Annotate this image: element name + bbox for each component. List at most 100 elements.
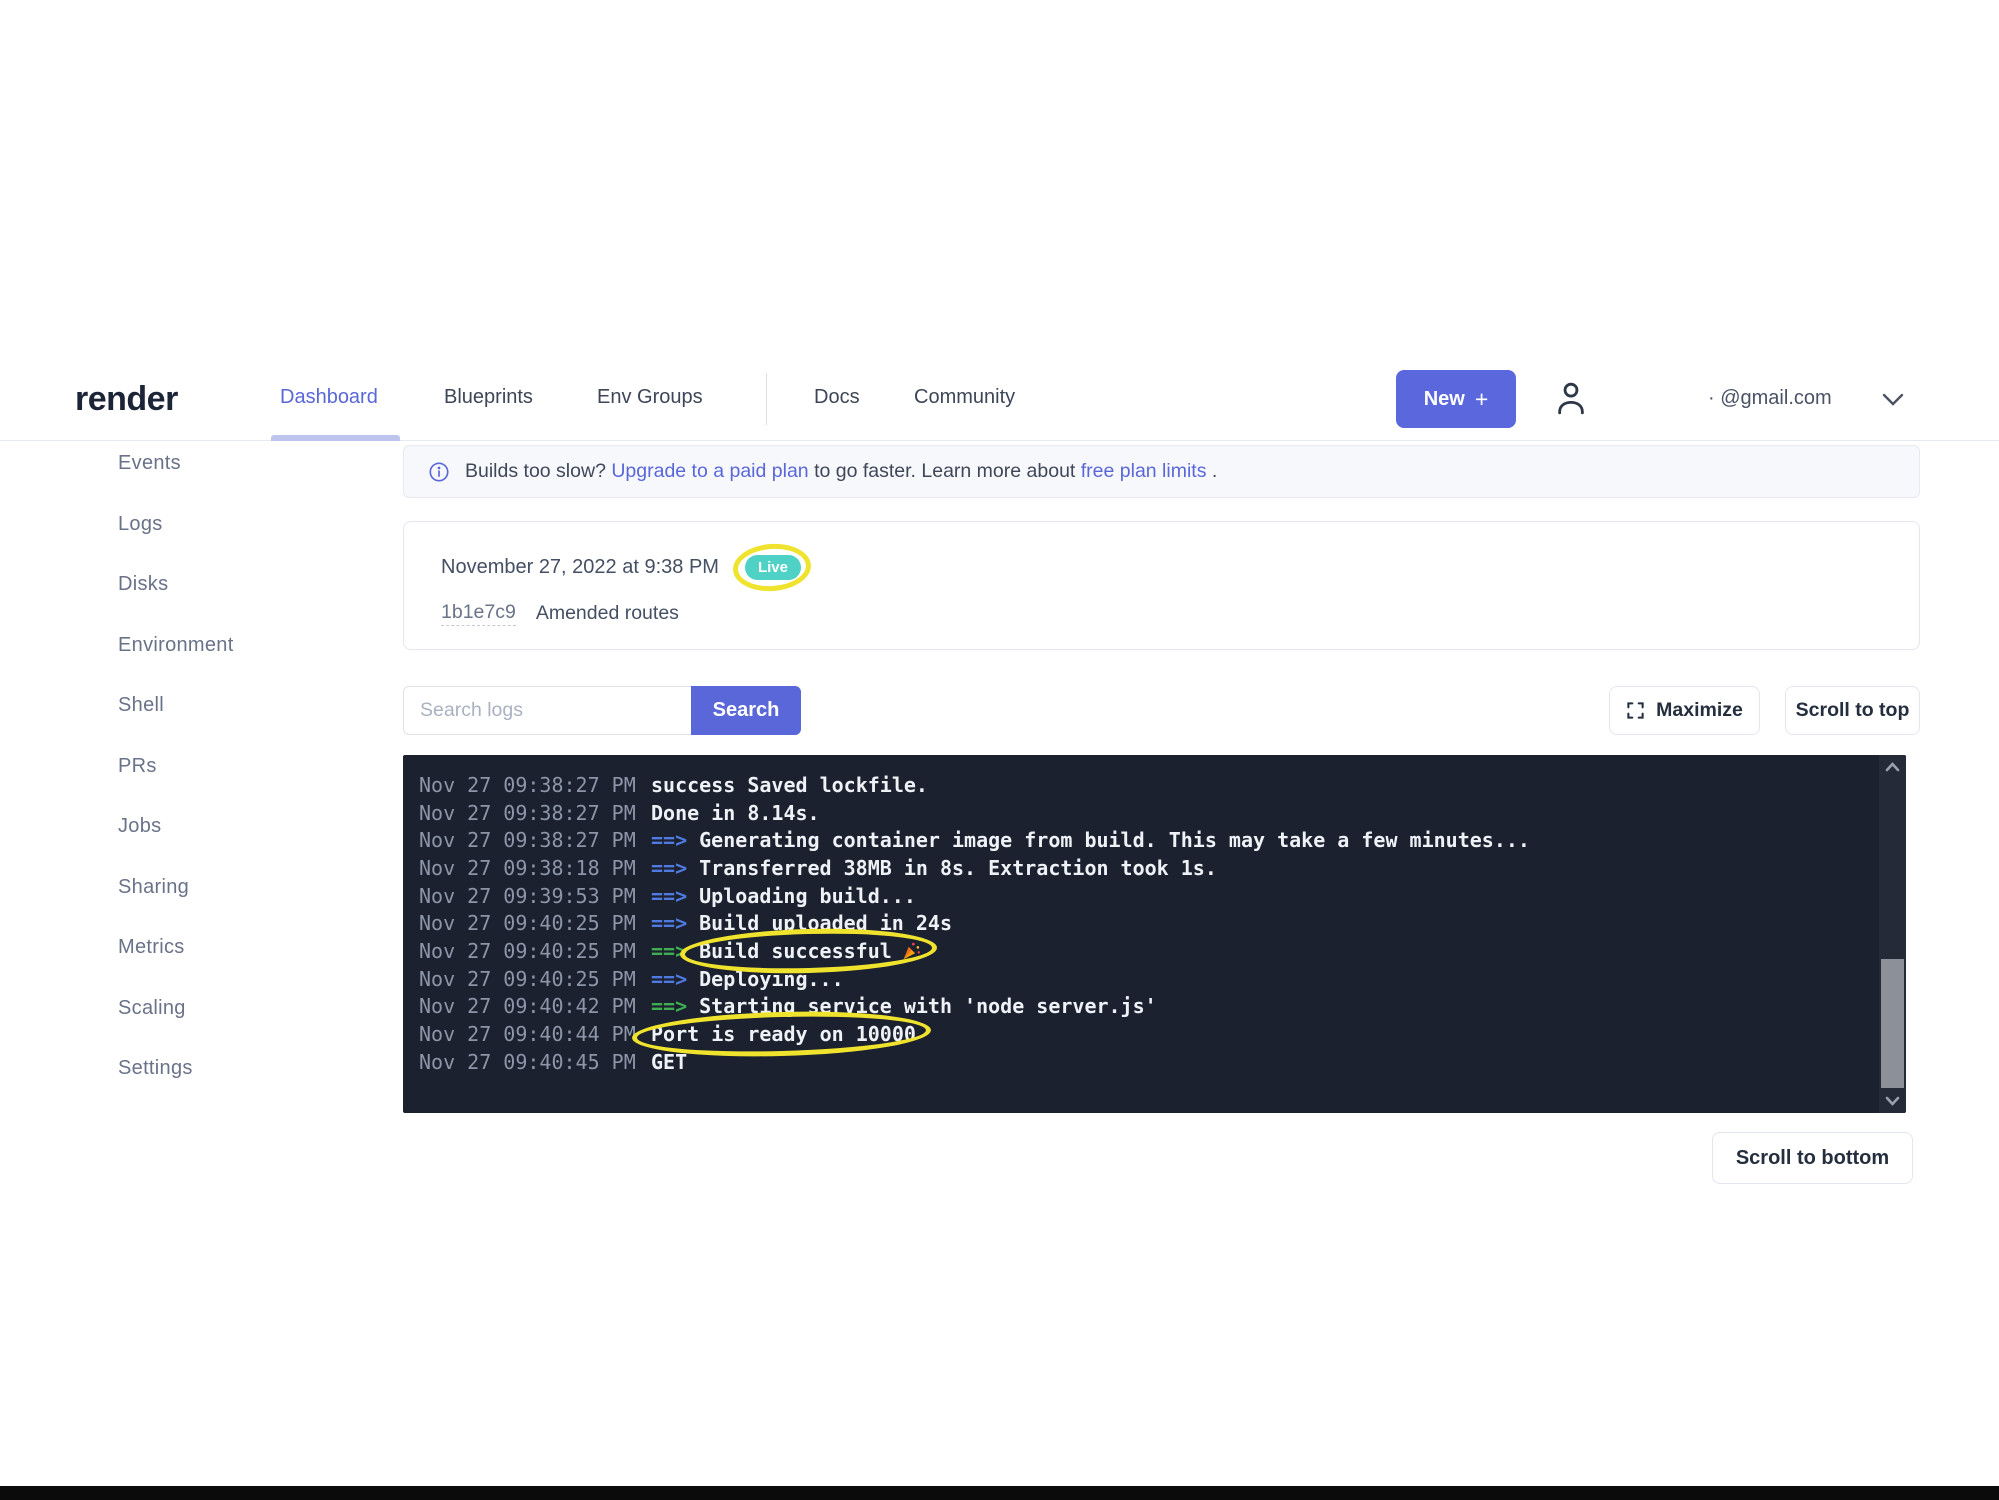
terminal-scrollbar[interactable] (1879, 755, 1906, 1113)
nav-link-docs[interactable]: Docs (814, 386, 860, 409)
log-line: Nov 27 09:38:27 PM ==> Done in 8.14s. (419, 799, 1866, 827)
log-timestamp: Nov 27 09:40:42 PM (419, 994, 637, 1018)
scroll-to-bottom-button[interactable]: Scroll to bottom (1712, 1132, 1913, 1184)
info-icon (428, 461, 450, 483)
log-message: Deploying... (699, 967, 844, 991)
sidebar-item-environment[interactable]: Environment (118, 634, 388, 662)
sidebar-item-shell[interactable]: Shell (118, 694, 388, 722)
log-message: Build uploaded in 24s (699, 911, 952, 935)
log-message-annotation: Deploying... (699, 967, 844, 991)
log-line: Nov 27 09:38:18 PM ==> Transferred 38MB … (419, 854, 1866, 882)
search-logs-input[interactable] (403, 686, 691, 735)
log-timestamp: Nov 27 09:40:25 PM (419, 939, 637, 963)
nav-divider (766, 373, 767, 425)
log-message-annotation: Build successful (699, 939, 922, 963)
log-arrow: ==> (651, 884, 687, 908)
party-popper-icon (900, 940, 922, 962)
live-status-badge: Live (745, 555, 801, 580)
sidebar-item-scaling[interactable]: Scaling (118, 997, 388, 1025)
log-timestamp: Nov 27 09:38:18 PM (419, 856, 637, 880)
log-message-annotation: Port is ready on 10000 (651, 1022, 916, 1046)
search-button[interactable]: Search (691, 686, 801, 735)
top-navbar: render Dashboard Blueprints Env Groups D… (0, 359, 1999, 441)
log-timestamp: Nov 27 09:40:25 PM (419, 967, 637, 991)
log-message: Port is ready on 10000 (651, 1022, 916, 1046)
log-message-annotation: Build uploaded in 24s (699, 911, 952, 935)
deploy-date: November 27, 2022 at 9:38 PM (441, 556, 719, 579)
log-message: Transferred 38MB in 8s. Extraction took … (699, 856, 1217, 880)
log-line: Nov 27 09:40:44 PM ==> Port is ready on … (419, 1020, 1866, 1048)
sidebar-item-prs[interactable]: PRs (118, 755, 388, 783)
log-message-annotation: Transferred 38MB in 8s. Extraction took … (699, 856, 1217, 880)
nav-link-dashboard[interactable]: Dashboard (280, 386, 378, 409)
banner-text: Builds too slow? Upgrade to a paid plan … (465, 460, 1217, 483)
scrollbar-up-icon[interactable] (1879, 757, 1906, 777)
log-arrow: ==> (651, 967, 687, 991)
log-timestamp: Nov 27 09:40:25 PM (419, 911, 637, 935)
user-avatar-icon[interactable] (1550, 376, 1592, 420)
log-line: Nov 27 09:40:25 PM ==> Build uploaded in… (419, 909, 1866, 937)
log-terminal[interactable]: Nov 27 09:38:27 PM ==> success Saved loc… (403, 755, 1906, 1113)
sidebar-item-metrics[interactable]: Metrics (118, 936, 388, 964)
scrollbar-down-icon[interactable] (1879, 1091, 1906, 1111)
maximize-icon (1626, 701, 1645, 720)
log-line: Nov 27 09:40:45 PM ==> GET (419, 1048, 1866, 1076)
sidebar-item-settings[interactable]: Settings (118, 1057, 388, 1085)
sidebar-item-events[interactable]: Events (118, 452, 388, 480)
log-message: Done in 8.14s. (651, 801, 820, 825)
log-message: Build successful (699, 939, 892, 963)
banner-text-segment: Upgrade to a paid plan (611, 460, 808, 482)
nav-link-blueprints[interactable]: Blueprints (444, 386, 533, 409)
log-timestamp: Nov 27 09:38:27 PM (419, 828, 637, 852)
log-arrow: ==> (651, 828, 687, 852)
log-message: Generating container image from build. T… (699, 828, 1530, 852)
commit-message: Amended routes (536, 602, 679, 625)
new-button[interactable]: New + (1396, 370, 1516, 428)
bottom-edge-bar (0, 1486, 1999, 1500)
log-message: GET (651, 1050, 687, 1074)
log-line: Nov 27 09:38:27 PM ==> Generating contai… (419, 826, 1866, 854)
log-timestamp: Nov 27 09:39:53 PM (419, 884, 637, 908)
sidebar-item-sharing[interactable]: Sharing (118, 876, 388, 904)
log-timestamp: Nov 27 09:38:27 PM (419, 801, 637, 825)
active-tab-indicator (271, 435, 400, 441)
log-message-annotation: Starting service with 'node server.js' (699, 994, 1157, 1018)
log-line: Nov 27 09:39:53 PM ==> Uploading build..… (419, 882, 1866, 910)
sidebar-item-disks[interactable]: Disks (118, 573, 388, 601)
log-line: Nov 27 09:40:25 PM ==> Build successful (419, 937, 1866, 965)
log-timestamp: Nov 27 09:38:27 PM (419, 773, 637, 797)
log-line: Nov 27 09:40:42 PM ==> Starting service … (419, 993, 1866, 1021)
nav-link-community[interactable]: Community (914, 386, 1015, 409)
commit-hash-link[interactable]: 1b1e7c9 (441, 601, 516, 626)
log-message-annotation: Generating container image from build. T… (699, 828, 1530, 852)
account-email[interactable]: · @gmail.com (1708, 387, 1832, 410)
log-arrow: ==> (651, 939, 687, 963)
nav-link-env-groups[interactable]: Env Groups (597, 386, 703, 409)
log-line: Nov 27 09:40:25 PM ==> Deploying... (419, 965, 1866, 993)
log-arrow: ==> (651, 856, 687, 880)
log-timestamp: Nov 27 09:40:44 PM (419, 1022, 637, 1046)
chevron-down-icon[interactable] (1880, 391, 1906, 409)
log-timestamp: Nov 27 09:40:45 PM (419, 1050, 637, 1074)
banner-text-segment: to go faster. Learn more about (814, 460, 1081, 482)
log-message: success Saved lockfile. (651, 773, 928, 797)
service-sidebar: Events Logs Disks Environment Shell PRs … (118, 452, 388, 1118)
banner-text-segment: . (1212, 460, 1217, 482)
free-plan-banner: Builds too slow? Upgrade to a paid plan … (403, 445, 1920, 498)
log-message: Starting service with 'node server.js' (699, 994, 1157, 1018)
maximize-button[interactable]: Maximize (1609, 686, 1760, 735)
sidebar-item-jobs[interactable]: Jobs (118, 815, 388, 843)
scrollbar-thumb[interactable] (1881, 959, 1904, 1088)
scroll-to-top-button[interactable]: Scroll to top (1785, 686, 1920, 735)
log-message: Uploading build... (699, 884, 916, 908)
log-arrow: ==> (651, 911, 687, 935)
log-message-annotation: success Saved lockfile. (651, 773, 928, 797)
plus-icon: + (1475, 386, 1488, 413)
log-arrow: ==> (651, 994, 687, 1018)
log-message-annotation: Done in 8.14s. (651, 801, 820, 825)
log-message-annotation: GET (651, 1050, 687, 1074)
live-badge-annotation: Live (745, 555, 801, 580)
banner-text-segment: Builds too slow? (465, 460, 611, 482)
sidebar-item-logs[interactable]: Logs (118, 513, 388, 541)
render-logo[interactable]: render (75, 380, 178, 419)
